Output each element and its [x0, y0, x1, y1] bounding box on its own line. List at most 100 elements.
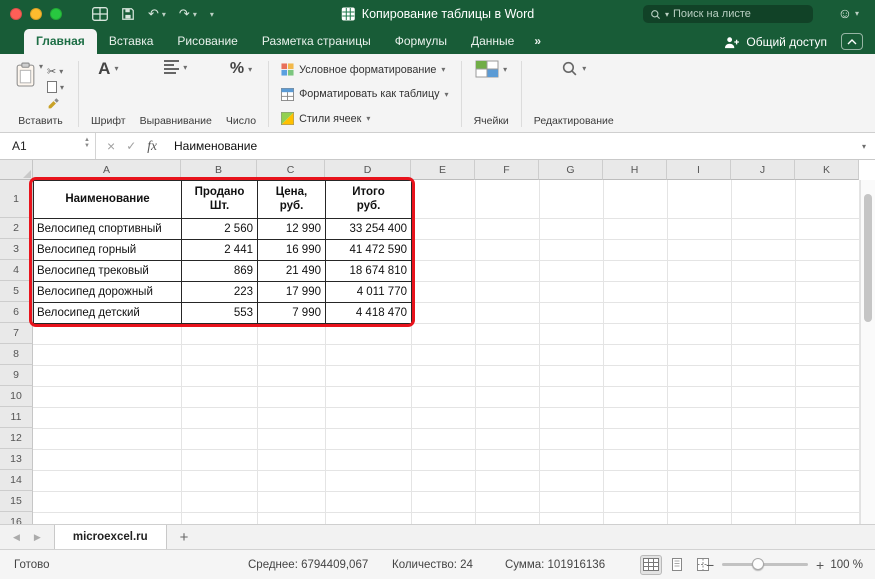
tab-home[interactable]: Главная: [24, 29, 97, 54]
data-table[interactable]: Наименование Продано Шт. Цена, руб. Итог…: [33, 180, 412, 324]
zoom-in-button[interactable]: +: [816, 550, 824, 579]
fullscreen-button[interactable]: [50, 8, 62, 20]
row-header-12[interactable]: 12: [0, 428, 33, 449]
row-header-2[interactable]: 2: [0, 218, 33, 239]
feedback-button[interactable]: ☺ ▾: [838, 5, 859, 21]
cell-d1[interactable]: Итого руб.: [326, 181, 412, 219]
column-header-j[interactable]: J: [731, 160, 795, 180]
editing-group[interactable]: ▾ Редактирование: [527, 58, 621, 130]
vertical-scrollbar-thumb[interactable]: [864, 194, 872, 322]
row-header-4[interactable]: 4: [0, 260, 33, 281]
format-painter-button[interactable]: [47, 95, 64, 111]
cell-b6[interactable]: 553: [182, 303, 258, 324]
cells-group[interactable]: ▾ Ячейки: [467, 58, 516, 130]
column-header-b[interactable]: B: [181, 160, 257, 180]
row-header-11[interactable]: 11: [0, 407, 33, 428]
row-header-6[interactable]: 6: [0, 302, 33, 323]
column-header-k[interactable]: K: [795, 160, 859, 180]
font-group[interactable]: А ▾ Шрифт: [84, 58, 133, 130]
copy-button[interactable]: ▾: [47, 79, 64, 95]
select-all-button[interactable]: [0, 160, 33, 180]
normal-view-button[interactable]: [640, 555, 662, 575]
expand-formula-bar-button[interactable]: ▾: [862, 133, 875, 159]
column-header-a[interactable]: A: [33, 160, 181, 180]
column-header-c[interactable]: C: [257, 160, 325, 180]
alignment-group[interactable]: ▾ Выравнивание: [133, 58, 219, 130]
column-header-h[interactable]: H: [603, 160, 667, 180]
conditional-formatting-button[interactable]: Условное форматирование ▾: [281, 61, 449, 78]
cell-d2[interactable]: 33 254 400: [326, 219, 412, 240]
collapse-ribbon-button[interactable]: [841, 33, 863, 50]
row-header-3[interactable]: 3: [0, 239, 33, 260]
name-box[interactable]: A1 ▲ ▼: [0, 133, 96, 159]
cell-c6[interactable]: 7 990: [258, 303, 326, 324]
row-header-15[interactable]: 15: [0, 491, 33, 512]
tab-data[interactable]: Данные: [459, 29, 526, 54]
cell-d5[interactable]: 4 011 770: [326, 282, 412, 303]
cell-a5[interactable]: Велосипед дорожный: [34, 282, 182, 303]
number-group[interactable]: % ▾ Число: [219, 58, 263, 130]
row-header-5[interactable]: 5: [0, 281, 33, 302]
sheet-area[interactable]: Наименование Продано Шт. Цена, руб. Итог…: [33, 180, 875, 524]
cell-b1[interactable]: Продано Шт.: [182, 181, 258, 219]
row-header-8[interactable]: 8: [0, 344, 33, 365]
sheet-tab-active[interactable]: microexcel.ru: [54, 525, 167, 549]
zoom-out-button[interactable]: −: [706, 550, 714, 579]
prev-sheet-button[interactable]: ◀: [13, 532, 20, 543]
cell-a6[interactable]: Велосипед детский: [34, 303, 182, 324]
cell-c2[interactable]: 12 990: [258, 219, 326, 240]
add-sheet-button[interactable]: +: [167, 525, 202, 549]
name-box-stepper[interactable]: ▲ ▼: [84, 137, 90, 149]
tab-overflow-chevron[interactable]: »: [526, 29, 549, 54]
undo-button[interactable]: ↶ ▾: [148, 6, 166, 22]
cell-styles-button[interactable]: Стили ячеек ▾: [281, 110, 449, 127]
cell-c4[interactable]: 21 490: [258, 261, 326, 282]
column-header-d[interactable]: D: [325, 160, 411, 180]
cell-b3[interactable]: 2 441: [182, 240, 258, 261]
next-sheet-button[interactable]: ▶: [34, 532, 41, 543]
minimize-button[interactable]: [30, 8, 42, 20]
cut-button[interactable]: ✂ ▾: [47, 63, 64, 79]
cancel-entry-button[interactable]: ×: [107, 138, 115, 154]
cell-c1[interactable]: Цена, руб.: [258, 181, 326, 219]
view-switcher-button[interactable]: [92, 7, 108, 21]
row-header-14[interactable]: 14: [0, 470, 33, 491]
confirm-entry-button[interactable]: ✓: [126, 139, 136, 153]
redo-button[interactable]: ↷ ▾: [179, 6, 197, 22]
paste-button[interactable]: ▾: [15, 62, 43, 87]
insert-function-button[interactable]: fx: [147, 138, 157, 154]
format-as-table-button[interactable]: Форматировать как таблицу ▾: [281, 86, 449, 103]
formula-input[interactable]: Наименование: [168, 133, 862, 159]
cell-d6[interactable]: 4 418 470: [326, 303, 412, 324]
column-header-e[interactable]: E: [411, 160, 475, 180]
cell-a1[interactable]: Наименование: [34, 181, 182, 219]
row-header-10[interactable]: 10: [0, 386, 33, 407]
zoom-slider-thumb[interactable]: [752, 558, 764, 570]
cell-b2[interactable]: 2 560: [182, 219, 258, 240]
tab-draw[interactable]: Рисование: [165, 29, 249, 54]
save-button[interactable]: [121, 7, 135, 21]
column-header-f[interactable]: F: [475, 160, 539, 180]
toolbar-options-button[interactable]: ▾: [210, 10, 214, 19]
cell-c5[interactable]: 17 990: [258, 282, 326, 303]
cell-c3[interactable]: 16 990: [258, 240, 326, 261]
zoom-slider[interactable]: [722, 563, 808, 566]
row-header-16[interactable]: 16: [0, 512, 33, 524]
row-header-13[interactable]: 13: [0, 449, 33, 470]
cell-b5[interactable]: 223: [182, 282, 258, 303]
share-button[interactable]: Общий доступ: [723, 35, 827, 49]
cell-a2[interactable]: Велосипед спортивный: [34, 219, 182, 240]
column-header-g[interactable]: G: [539, 160, 603, 180]
cell-a3[interactable]: Велосипед горный: [34, 240, 182, 261]
column-header-i[interactable]: I: [667, 160, 731, 180]
tab-formulas[interactable]: Формулы: [383, 29, 459, 54]
vertical-scrollbar[interactable]: [860, 180, 875, 524]
tab-insert[interactable]: Вставка: [97, 29, 166, 54]
cell-b4[interactable]: 869: [182, 261, 258, 282]
cell-d4[interactable]: 18 674 810: [326, 261, 412, 282]
cell-a4[interactable]: Велосипед трековый: [34, 261, 182, 282]
row-header-9[interactable]: 9: [0, 365, 33, 386]
sheet-search-input[interactable]: ▾ Поиск на листе: [643, 5, 813, 23]
row-header-7[interactable]: 7: [0, 323, 33, 344]
page-layout-view-button[interactable]: [666, 555, 688, 575]
